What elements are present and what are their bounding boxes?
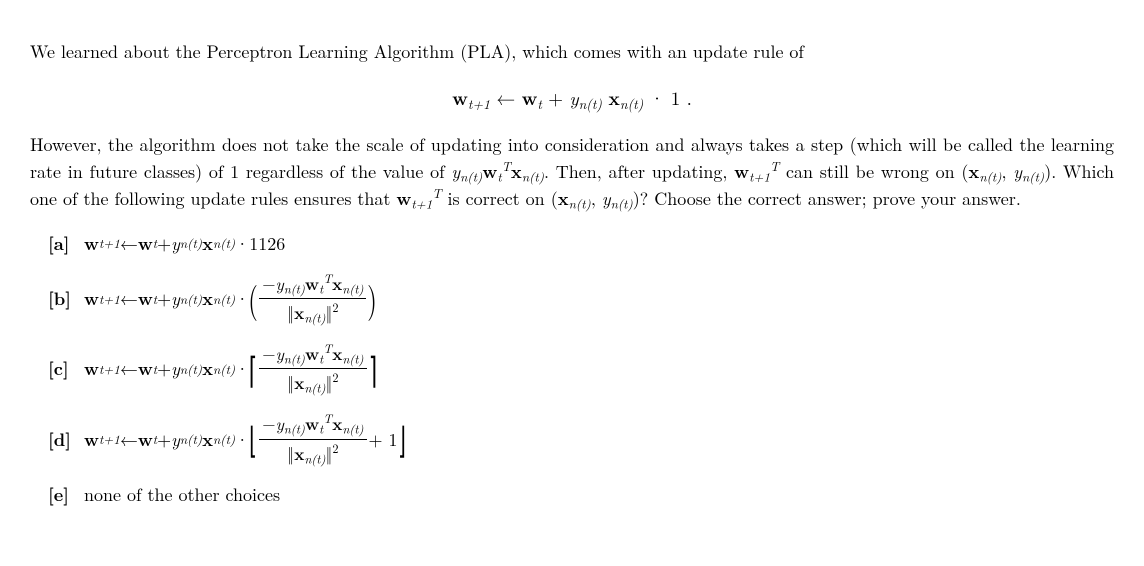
choice-d-label: [d] — [48, 426, 84, 453]
ceil-left-icon: ⌈ — [249, 353, 257, 385]
choices-list: [a] wt+1 ← wt + yn(t) xn(t) · 1126 [b] w… — [30, 230, 1114, 509]
choice-d-expr: wt+1 ← wt + yn(t) xn(t) · ⌊ −yn(t)wtTxn(… — [84, 411, 406, 467]
choice-a-expr: wt+1 ← wt + yn(t) xn(t) · 1126 — [84, 230, 285, 257]
choice-b: [b] wt+1 ← wt + yn(t) xn(t) · ( −yn(t)wt… — [48, 271, 1114, 327]
open-paren-icon: ( — [248, 282, 258, 314]
choice-c: [c] wt+1 ← wt + yn(t) xn(t) · ⌈ −yn(t)wt… — [48, 341, 1114, 397]
choice-e-text: none of the other choices — [84, 481, 280, 508]
floor-left-icon: ⌊ — [249, 423, 257, 455]
choice-d: [d] wt+1 ← wt + yn(t) xn(t) · ⌊ −yn(t)wt… — [48, 411, 1114, 467]
ceil-right-icon: ⌉ — [368, 353, 376, 385]
choice-a-label: [a] — [48, 230, 84, 257]
intro-text: We learned about the Perceptron Learning… — [30, 39, 804, 64]
choice-e-label: [e] — [48, 481, 84, 508]
choice-b-label: [b] — [48, 285, 84, 312]
floor-right-icon: ⌋ — [398, 423, 406, 455]
choice-c-label: [c] — [48, 355, 84, 382]
choice-b-expr: wt+1 ← wt + yn(t) xn(t) · ( −yn(t)wtTxn(… — [84, 271, 377, 327]
choice-e: [e] none of the other choices — [48, 481, 1114, 508]
choice-c-expr: wt+1 ← wt + yn(t) xn(t) · ⌈ −yn(t)wtTxn(… — [84, 341, 377, 397]
choice-a: [a] wt+1 ← wt + yn(t) xn(t) · 1126 — [48, 230, 1114, 257]
paragraph-intro: We learned about the Perceptron Learning… — [30, 38, 1114, 65]
display-equation: wt+1 ← wt + yn(t) xn(t) · 1 . — [30, 83, 1114, 113]
paragraph-body: However, the algorithm does not take the… — [30, 131, 1114, 212]
close-paren-icon: ) — [368, 282, 378, 314]
